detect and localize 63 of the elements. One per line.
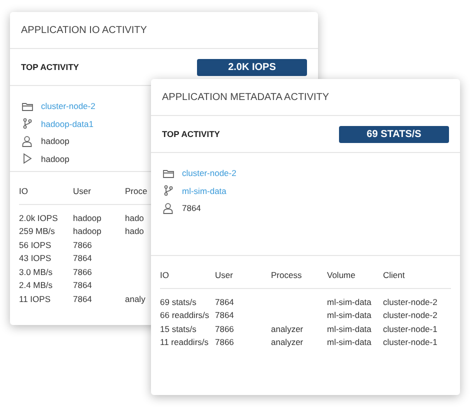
panel-title: APPLICATION IO ACTIVITY <box>21 24 147 36</box>
table-cell: ml-sim-data <box>327 296 372 307</box>
folder-icon <box>22 102 32 111</box>
table-cell: cluster-node-2 <box>383 310 438 320</box>
panel-title: APPLICATION METADATA ACTIVITY <box>162 92 330 102</box>
table-cell: analy <box>125 294 146 304</box>
table-cell: 2.0k IOPS <box>19 212 58 223</box>
detail-text: hadoop <box>41 154 70 164</box>
column-header: User <box>73 186 91 196</box>
column-header: IO <box>19 186 28 196</box>
column-header: Proce <box>125 186 148 196</box>
user-icon <box>163 202 173 214</box>
table-cell: 56 IOPS <box>19 240 52 250</box>
table-cell: hado <box>125 226 144 236</box>
table-cell: 11 IOPS <box>19 294 50 304</box>
table-cell: hadoop <box>73 226 102 236</box>
user-icon <box>22 136 32 147</box>
folder-icon <box>162 168 174 178</box>
column-header: Process <box>271 270 302 280</box>
table-cell: 7866 <box>215 324 234 334</box>
detail-text: hadoop <box>41 136 70 146</box>
play-icon <box>22 153 32 164</box>
table-cell: 7864 <box>73 280 92 290</box>
detail-link[interactable]: hadoop-data1 <box>41 118 94 129</box>
table-cell: 7866 <box>215 337 234 348</box>
activity-badge: 2.0K IOPS <box>197 58 307 76</box>
table-cell: 259 MB/s <box>19 226 55 236</box>
table-cell: 15 stats/s <box>160 324 196 334</box>
top-activity-label: TOP ACTIVITY <box>162 129 220 139</box>
table-cell: 66 readdirs/s <box>160 310 210 320</box>
activity-badge: 69 STATS/S <box>339 126 449 142</box>
table-cell: cluster-node-1 <box>383 337 438 348</box>
table-cell: ml-sim-data <box>327 310 372 320</box>
table-cell: 69 stats/s <box>160 296 196 307</box>
detail-link[interactable]: cluster-node-2 <box>182 168 236 178</box>
table-cell: 7864 <box>215 296 234 307</box>
table-cell: hadoop <box>73 212 102 223</box>
table-cell: analyzer <box>271 324 304 334</box>
table-cell: 11 readdirs/s <box>160 337 209 348</box>
detail-link[interactable]: ml-sim-data <box>182 186 226 196</box>
table-cell: 3.0 MB/s <box>19 266 53 277</box>
branch-icon <box>22 118 32 130</box>
table-cell: 7866 <box>73 240 92 250</box>
table-cell: analyzer <box>271 337 304 348</box>
table-cell: hado <box>125 212 144 223</box>
table-cell: 7864 <box>215 310 234 320</box>
detail-text: 7864 <box>182 203 201 214</box>
top-activity-label: TOP ACTIVITY <box>21 62 79 72</box>
branch-icon <box>164 185 172 196</box>
table-cell: 7864 <box>73 253 92 264</box>
column-header: Volume <box>327 270 356 280</box>
table-cell: cluster-node-2 <box>383 296 438 307</box>
table-cell: ml-sim-data <box>327 324 372 334</box>
table-cell: 43 IOPS <box>19 253 52 264</box>
detail-link[interactable]: cluster-node-2 <box>41 101 96 112</box>
table-cell: cluster-node-1 <box>383 324 438 334</box>
column-header: Client <box>383 270 405 280</box>
table-cell: 7866 <box>73 266 92 277</box>
table-cell: 2.4 MB/s <box>19 280 53 290</box>
column-header: IO <box>160 270 169 280</box>
table-cell: 7864 <box>73 294 92 304</box>
table-cell: ml-sim-data <box>327 337 372 348</box>
column-header: User <box>215 270 233 280</box>
